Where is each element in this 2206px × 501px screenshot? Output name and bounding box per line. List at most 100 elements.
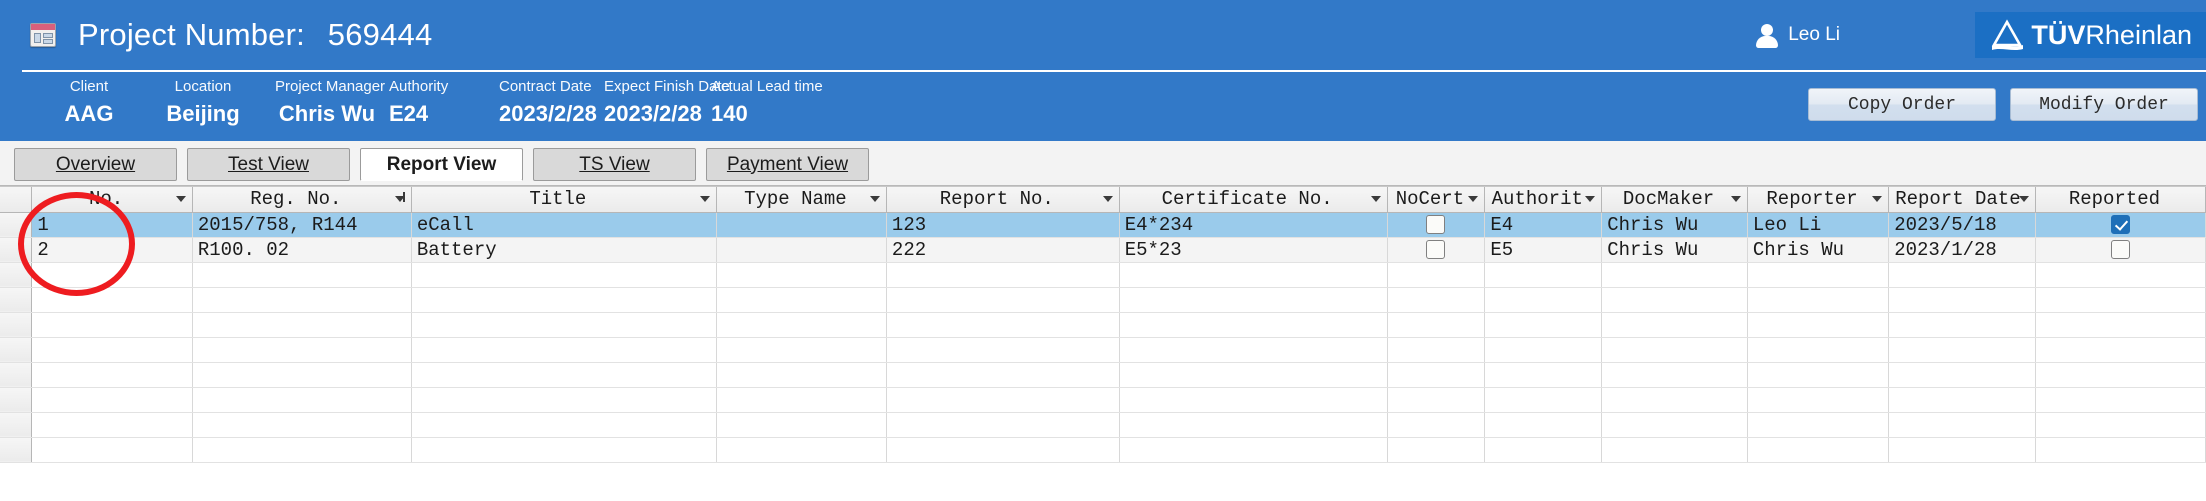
cell-report-date[interactable]: 2023/5/18 bbox=[1888, 212, 2036, 238]
filter-icon[interactable] bbox=[394, 192, 405, 203]
copy-order-button[interactable]: Copy Order bbox=[1808, 88, 1996, 121]
cell-empty[interactable] bbox=[31, 362, 193, 388]
cell-empty[interactable] bbox=[1387, 387, 1486, 413]
column-header-certificate-no[interactable]: Certificate No. bbox=[1119, 187, 1388, 213]
cell-empty[interactable] bbox=[1387, 412, 1486, 438]
cell-empty[interactable] bbox=[1747, 337, 1890, 363]
cell-empty[interactable] bbox=[31, 437, 193, 463]
cell-nocert[interactable] bbox=[1387, 212, 1486, 238]
tab-overview[interactable]: Overview bbox=[14, 148, 177, 181]
column-header-reporter[interactable]: Reporter bbox=[1747, 187, 1890, 213]
cell-empty[interactable] bbox=[1119, 437, 1388, 463]
cell-empty[interactable] bbox=[1484, 287, 1603, 313]
row-selector[interactable] bbox=[0, 287, 33, 313]
cell-empty[interactable] bbox=[192, 312, 412, 338]
cell-empty[interactable] bbox=[1747, 312, 1890, 338]
column-header-type-name[interactable]: Type Name bbox=[716, 187, 887, 213]
cell-empty[interactable] bbox=[1119, 312, 1388, 338]
column-header-docmaker[interactable]: DocMaker bbox=[1601, 187, 1748, 213]
cell-empty[interactable] bbox=[1387, 287, 1486, 313]
cell-empty[interactable] bbox=[716, 437, 887, 463]
row-selector[interactable] bbox=[0, 262, 33, 288]
cell-empty[interactable] bbox=[1387, 312, 1486, 338]
cell-empty[interactable] bbox=[886, 312, 1120, 338]
cell-type-name[interactable] bbox=[716, 237, 887, 263]
chevron-down-icon[interactable] bbox=[1872, 196, 1883, 203]
cell-nocert[interactable] bbox=[1387, 237, 1486, 263]
cell-reg-no[interactable]: 2015/758, R144 bbox=[192, 212, 412, 238]
cell-empty[interactable] bbox=[716, 412, 887, 438]
nocert-checkbox[interactable] bbox=[1426, 239, 1446, 259]
table-row-empty[interactable] bbox=[0, 262, 2206, 288]
cell-empty[interactable] bbox=[1601, 287, 1748, 313]
cell-reported[interactable] bbox=[2035, 212, 2206, 238]
cell-empty[interactable] bbox=[1747, 262, 1890, 288]
cell-empty[interactable] bbox=[716, 312, 887, 338]
cell-empty[interactable] bbox=[1747, 387, 1890, 413]
chevron-down-icon[interactable] bbox=[1468, 196, 1479, 203]
column-header-report-no[interactable]: Report No. bbox=[886, 187, 1120, 213]
row-selector[interactable] bbox=[0, 437, 33, 463]
cell-empty[interactable] bbox=[1601, 312, 1748, 338]
cell-empty[interactable] bbox=[1484, 387, 1603, 413]
row-selector[interactable] bbox=[0, 212, 33, 238]
cell-title[interactable]: Battery bbox=[411, 237, 717, 263]
reported-checkbox[interactable] bbox=[2110, 239, 2130, 259]
cell-empty[interactable] bbox=[2035, 362, 2206, 388]
cell-empty[interactable] bbox=[1888, 287, 2036, 313]
cell-empty[interactable] bbox=[2035, 287, 2206, 313]
table-row-empty[interactable] bbox=[0, 362, 2206, 388]
chevron-down-icon[interactable] bbox=[1370, 196, 1381, 203]
tab-payment-view[interactable]: Payment View bbox=[706, 148, 869, 181]
cell-empty[interactable] bbox=[716, 362, 887, 388]
cell-empty[interactable] bbox=[411, 412, 717, 438]
nocert-checkbox[interactable] bbox=[1426, 214, 1446, 234]
cell-empty[interactable] bbox=[2035, 412, 2206, 438]
cell-empty[interactable] bbox=[192, 337, 412, 363]
cell-empty[interactable] bbox=[1119, 412, 1388, 438]
cell-empty[interactable] bbox=[2035, 387, 2206, 413]
cell-no[interactable]: 1 bbox=[31, 212, 193, 238]
cell-empty[interactable] bbox=[716, 287, 887, 313]
cell-empty[interactable] bbox=[1484, 312, 1603, 338]
cell-report-date[interactable]: 2023/1/28 bbox=[1888, 237, 2036, 263]
cell-empty[interactable] bbox=[1484, 262, 1603, 288]
column-header-no[interactable]: No. bbox=[31, 187, 193, 213]
cell-empty[interactable] bbox=[886, 437, 1120, 463]
cell-empty[interactable] bbox=[1747, 437, 1890, 463]
user-account[interactable]: Leo Li bbox=[1756, 23, 1840, 48]
chevron-down-icon[interactable] bbox=[175, 196, 186, 203]
cell-empty[interactable] bbox=[1888, 412, 2036, 438]
cell-empty[interactable] bbox=[886, 362, 1120, 388]
cell-empty[interactable] bbox=[411, 262, 717, 288]
cell-title[interactable]: eCall bbox=[411, 212, 717, 238]
cell-empty[interactable] bbox=[192, 287, 412, 313]
chevron-down-icon[interactable] bbox=[1585, 196, 1596, 203]
cell-empty[interactable] bbox=[411, 437, 717, 463]
cell-reported[interactable] bbox=[2035, 237, 2206, 263]
cell-empty[interactable] bbox=[31, 312, 193, 338]
cell-no[interactable]: 2 bbox=[31, 237, 193, 263]
chevron-down-icon[interactable] bbox=[1730, 196, 1741, 203]
cell-empty[interactable] bbox=[31, 387, 193, 413]
cell-empty[interactable] bbox=[411, 312, 717, 338]
cell-empty[interactable] bbox=[31, 412, 193, 438]
cell-empty[interactable] bbox=[886, 337, 1120, 363]
cell-empty[interactable] bbox=[411, 287, 717, 313]
tab-test-view[interactable]: Test View bbox=[187, 148, 350, 181]
cell-type-name[interactable] bbox=[716, 212, 887, 238]
row-selector[interactable] bbox=[0, 362, 33, 388]
chevron-down-icon[interactable] bbox=[869, 196, 880, 203]
cell-empty[interactable] bbox=[1601, 362, 1748, 388]
table-row-empty[interactable] bbox=[0, 312, 2206, 338]
cell-empty[interactable] bbox=[192, 362, 412, 388]
cell-report-no[interactable]: 222 bbox=[886, 237, 1120, 263]
cell-empty[interactable] bbox=[1888, 312, 2036, 338]
cell-empty[interactable] bbox=[1888, 362, 2036, 388]
cell-empty[interactable] bbox=[1119, 337, 1388, 363]
column-header-reg-no[interactable]: Reg. No. bbox=[192, 187, 412, 213]
cell-empty[interactable] bbox=[1747, 412, 1890, 438]
cell-empty[interactable] bbox=[886, 262, 1120, 288]
cell-empty[interactable] bbox=[1387, 262, 1486, 288]
row-selector[interactable] bbox=[0, 337, 33, 363]
